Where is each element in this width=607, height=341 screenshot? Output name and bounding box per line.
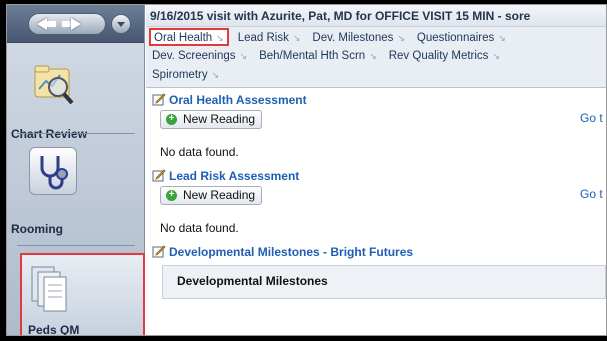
app-window: Chart Review Rooming Peds QM 9/16/2015 v… [6,4,607,336]
back-forward-control [28,13,106,35]
activity-peds-qm[interactable]: Peds QM [20,253,145,336]
tab-spirometry[interactable]: Spirometry ↘ [149,66,222,84]
edit-pencil-icon[interactable] [152,92,166,106]
activity-chart-review[interactable]: Chart Review [7,49,144,141]
activity-sidebar: Chart Review Rooming Peds QM [7,5,145,335]
activity-label: Peds QM [28,323,80,336]
plus-icon: + [166,190,177,201]
empty-message: No data found. [160,145,239,159]
divider [17,133,135,134]
jump-arrow-icon: ↘ [239,51,248,61]
edit-pencil-icon[interactable] [152,244,166,258]
history-dropdown-button[interactable] [111,14,131,34]
encounter-title: 9/16/2015 visit with Azurite, Pat, MD fo… [146,5,606,27]
activity-label: Rooming [11,222,63,236]
section-content: Oral Health Assessment + New Reading Go t… [146,88,606,299]
divider [17,245,135,246]
section-title-dev-milestones[interactable]: Developmental Milestones - Bright Future… [152,243,606,261]
go-to-link[interactable]: Go t [580,187,603,201]
edit-pencil-icon[interactable] [152,168,166,182]
activity-rooming[interactable]: Rooming [7,135,144,236]
section-title-oral-health[interactable]: Oral Health Assessment [152,91,606,109]
new-reading-button[interactable]: + New Reading [160,110,263,129]
tab-questionnaires[interactable]: Questionnaires ↘ [414,29,509,47]
empty-message: No data found. [160,221,239,235]
chart-review-icon [29,61,77,109]
jump-arrow-icon: ↘ [211,70,220,80]
section-tabs: Oral Health ↘ Lead Risk ↘ Dev. Milestones ↘ Qu… [146,27,606,88]
main-panel: 9/16/2015 visit with Azurite, Pat, MD fo… [146,5,606,335]
section-title-lead-risk[interactable]: Lead Risk Assessment [152,167,606,185]
jump-arrow-icon: ↘ [492,51,500,61]
jump-arrow-icon: ↘ [369,51,377,61]
jump-arrow-icon: ↘ [397,33,405,43]
plus-icon: + [166,114,177,125]
nav-toolbar [7,5,144,43]
tab-rev-quality-metrics[interactable]: Rev Quality Metrics ↘ [386,47,503,65]
forward-arrow-icon[interactable] [71,18,81,30]
jump-arrow-icon: ↘ [498,33,506,43]
documents-icon [28,263,76,312]
tab-dev-screenings[interactable]: Dev. Screenings ↘ [149,47,250,65]
stethoscope-icon [29,147,77,195]
tab-dev-milestones[interactable]: Dev. Milestones ↘ [309,29,408,47]
milestones-grid-header: Developmental Milestones [162,265,606,299]
tab-beh-mental-hth-scrn[interactable]: Beh/Mental Hth Scrn ↘ [256,47,380,65]
tab-lead-risk[interactable]: Lead Risk ↘ [235,29,304,47]
jump-arrow-icon: ↘ [216,33,224,43]
new-reading-button[interactable]: + New Reading [160,186,263,205]
go-to-link[interactable]: Go t [580,111,603,125]
jump-arrow-icon: ↘ [292,33,301,43]
tab-oral-health[interactable]: Oral Health ↘ [149,28,229,46]
